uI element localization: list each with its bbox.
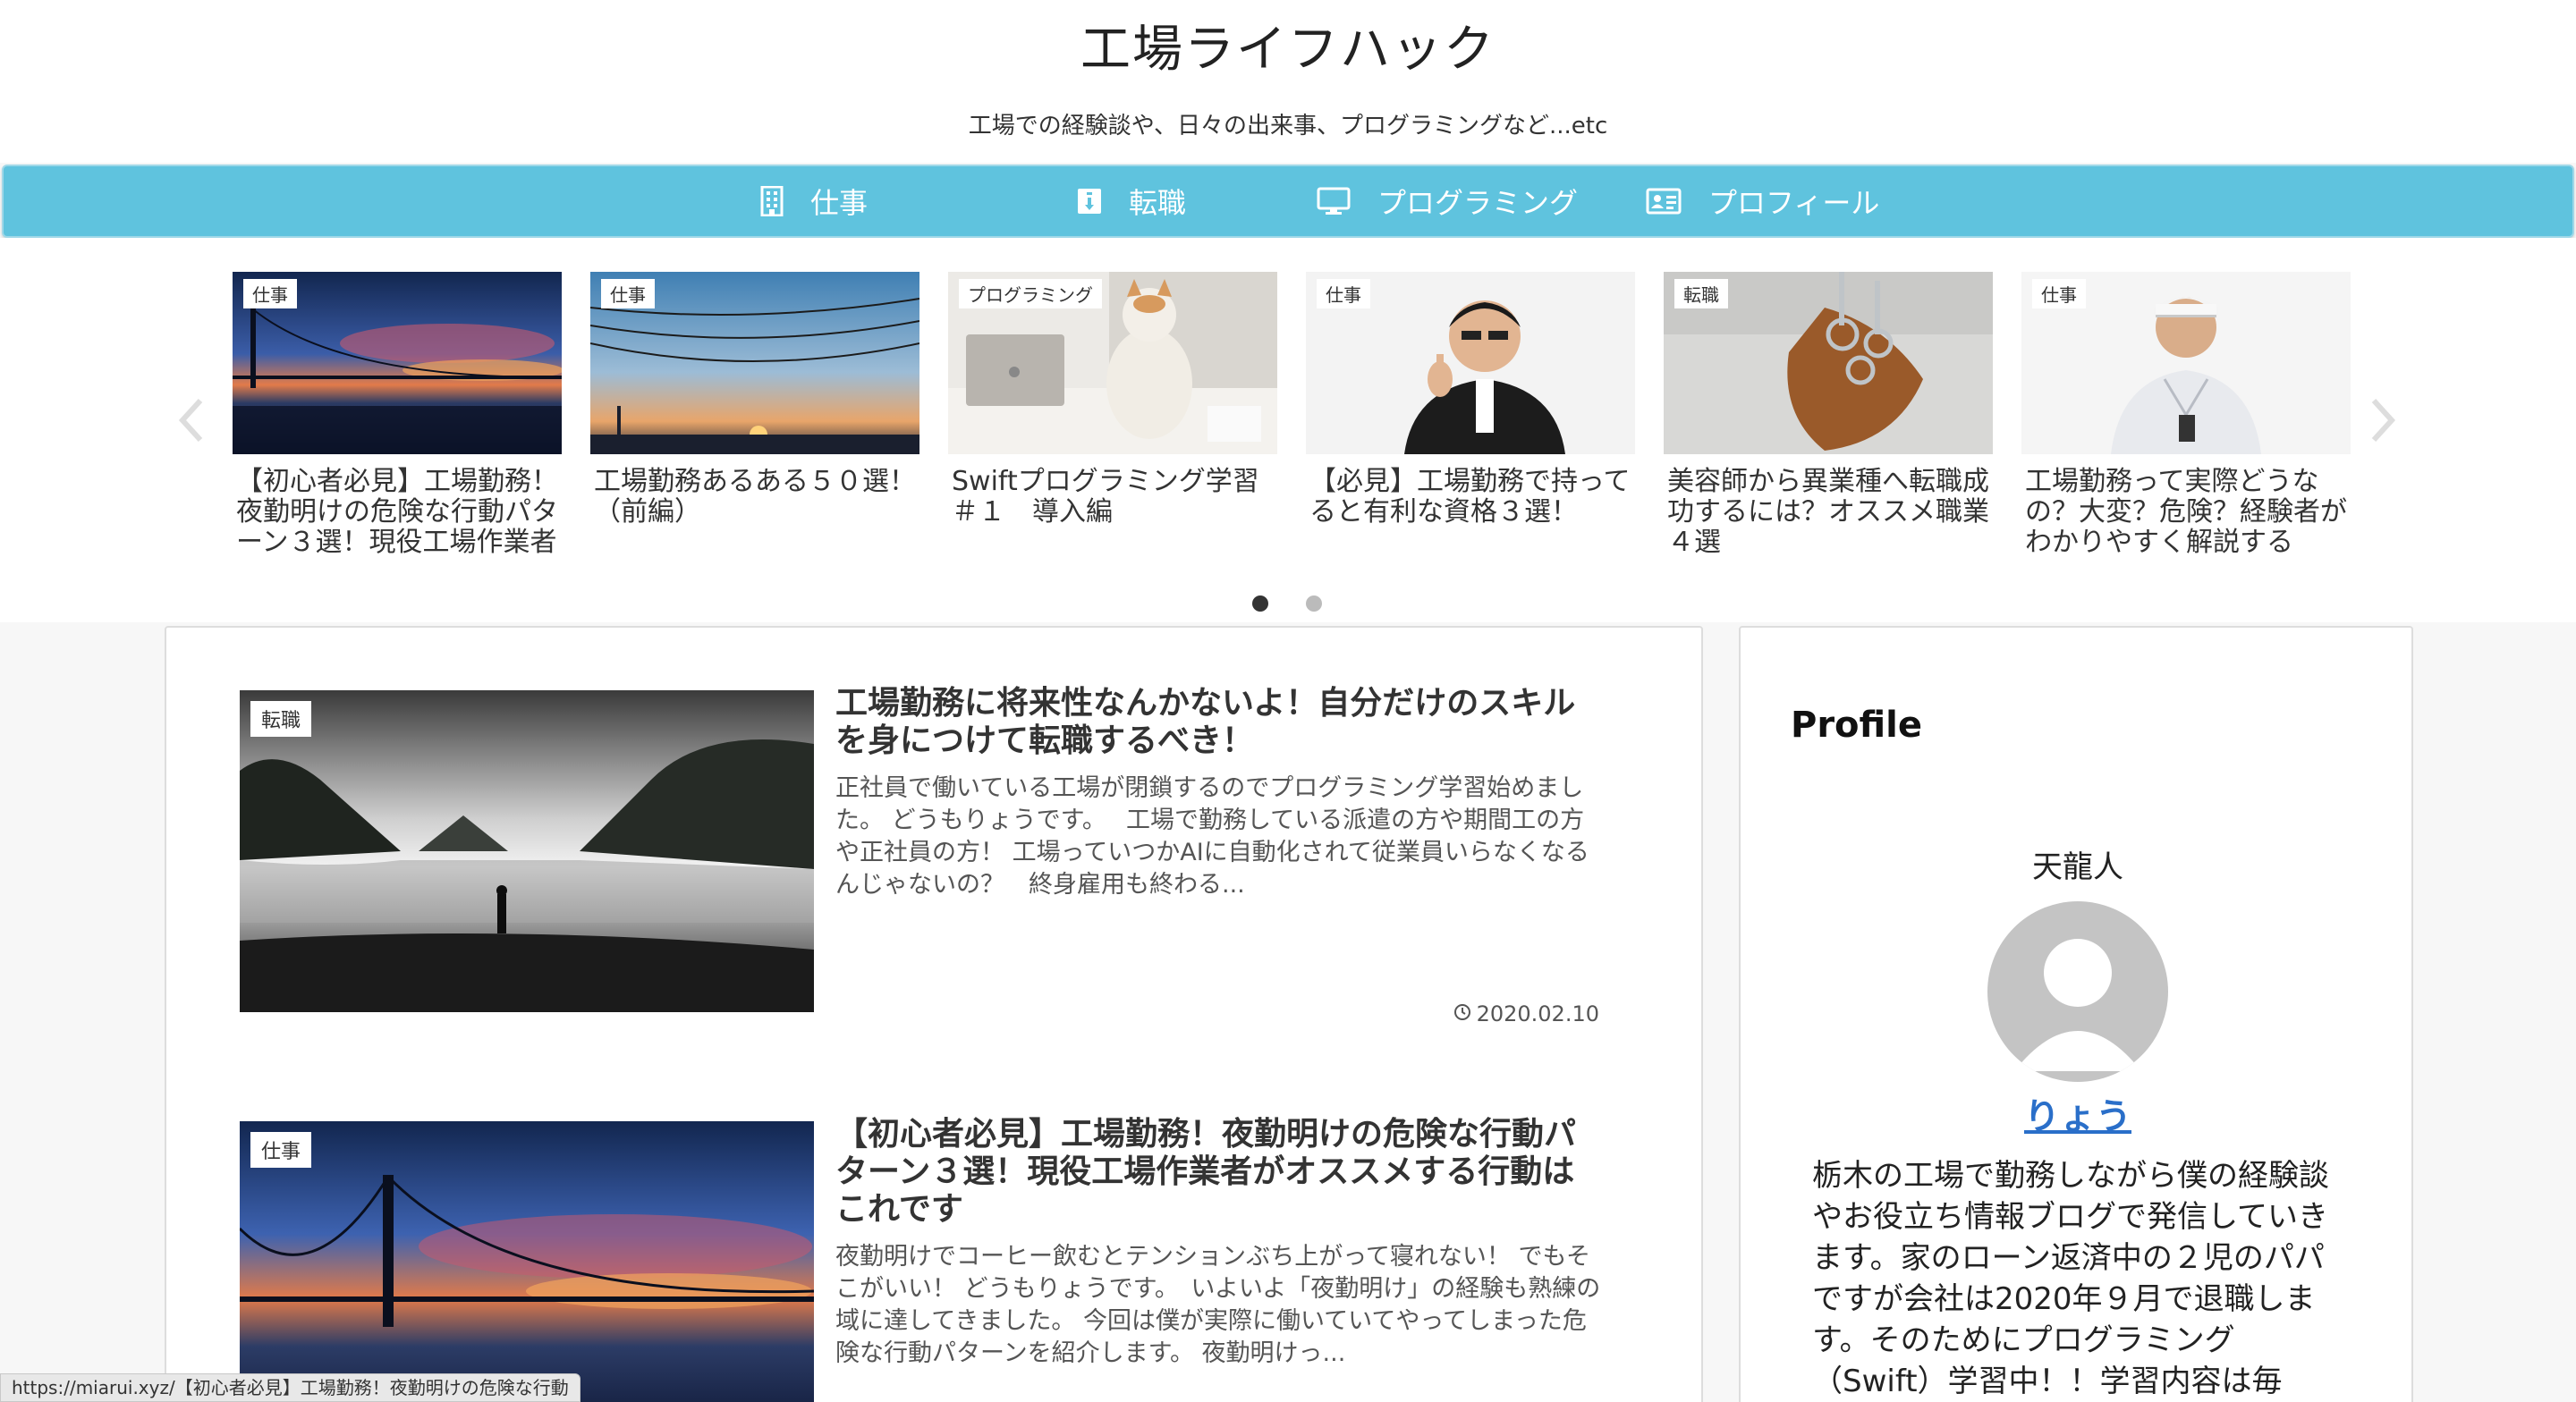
card-title[interactable]: 【必見】工場勤務で持ってると有利な資格３選！ xyxy=(1309,467,1635,558)
nav-item-programming[interactable]: プログラミング xyxy=(1317,166,1578,236)
card-thumbnail-man-thumbs-up: 仕事 xyxy=(1306,272,1635,454)
site-title[interactable]: 工場ライフハック xyxy=(0,9,2576,81)
carousel-card[interactable]: 仕事 工場勤務って実際どうなの？大変？危険？経験者がわかりやすく解説する xyxy=(2021,272,2351,558)
post-title[interactable]: 【初心者必見】工場勤務！夜勤明けの危険な行動パターン３選！現役工場作業者がオスス… xyxy=(835,1116,1605,1229)
post-item[interactable]: 仕事 【初心者必見】工場勤務！夜勤明けの危険な行動パターン３選！現役工場作業者が… xyxy=(240,1116,1635,1402)
carousel-dot-1[interactable] xyxy=(1252,595,1268,612)
carousel-pagination xyxy=(1245,595,1335,613)
post-list: 転職 工場勤務に将来性なんかないよ！自分だけのスキルを身につけて転職するべき！ … xyxy=(165,626,1703,1402)
category-label: 転職 xyxy=(250,701,312,737)
site-description: 工場での経験談や、日々の出来事、プログラミングなど...etc xyxy=(968,113,1608,139)
carousel-next-button[interactable] xyxy=(2368,393,2399,447)
status-bar-url: https://miarui.xyz/【初心者必見】工場勤務！夜勤明けの危険な行… xyxy=(0,1373,580,1402)
post-excerpt: 夜勤明けでコーヒー飲むとテンションぶち上がって寝れない！ でもそこがいい！ どう… xyxy=(835,1243,1601,1367)
nav-item-work[interactable]: 仕事 xyxy=(760,166,868,236)
card-thumbnail-scissors: 転職 xyxy=(1664,272,1993,454)
nav-item-job-change[interactable]: 転職 xyxy=(1077,166,1186,236)
category-label: 仕事 xyxy=(250,1132,312,1168)
carousel-dot-2[interactable] xyxy=(1306,595,1322,612)
desktop-icon xyxy=(1317,187,1351,215)
widget-heading: Profile xyxy=(1791,705,1923,746)
category-label: 仕事 xyxy=(2032,279,2086,308)
post-title[interactable]: 工場勤務に将来性なんかないよ！自分だけのスキルを身につけて転職するべき！ xyxy=(835,685,1605,760)
building-icon xyxy=(760,186,784,216)
carousel-card[interactable]: プログラミング Swiftプログラミング学習＃１ 導入編 xyxy=(948,272,1277,558)
sidebar-profile-widget: Profile 天龍人 りょう 栃木の工場で勤務しながら僕の経験談やお役立ち情報… xyxy=(1739,626,2413,1402)
clock-icon xyxy=(1453,1001,1477,1026)
carousel-card[interactable]: 仕事 【初心者必見】工場勤務！夜勤明けの危険な行動パターン３選！現役工場作業者が… xyxy=(233,272,562,558)
site-header: 工場ライフハック 工場での経験談や、日々の出来事、プログラミングなど...etc xyxy=(0,0,2576,163)
card-thumbnail-powerlines: 仕事 xyxy=(590,272,919,454)
category-label: 仕事 xyxy=(243,279,297,308)
nav-label: プログラミング xyxy=(1377,186,1579,220)
global-nav: 仕事 転職 プログラミング プロフィール xyxy=(2,165,2574,238)
carousel-card[interactable]: 仕事 工場勤務あるある５０選！（前編） xyxy=(590,272,919,558)
id-badge-icon xyxy=(1077,188,1102,215)
card-thumbnail-factory-worker: 仕事 xyxy=(2021,272,2351,454)
post-thumbnail-lake: 転職 xyxy=(240,690,814,1012)
card-title[interactable]: 工場勤務って実際どうなの？大変？危険？経験者がわかりやすく解説する xyxy=(2025,467,2351,558)
card-title[interactable]: 【初心者必見】工場勤務！夜勤明けの危険な行動パターン３選！現役工場作業者がオスス… xyxy=(236,467,562,558)
profile-name: 天龍人 xyxy=(2032,849,2123,885)
post-date-text: 2020.02.10 xyxy=(1476,1001,1599,1026)
nav-item-profile[interactable]: プロフィール xyxy=(1646,166,1879,236)
card-title[interactable]: 工場勤務あるある５０選！（前編） xyxy=(594,467,919,558)
post-excerpt: 正社員で働いている工場が閉鎖するのでプログラミング学習始めました。 どうもりょう… xyxy=(835,774,1589,899)
profile-bio: 栃木の工場で勤務しながら僕の経験談やお役立ち情報ブログで発信していきます。家のロ… xyxy=(1812,1158,2329,1399)
avatar xyxy=(1987,901,2168,1082)
carousel-prev-button[interactable] xyxy=(175,393,206,447)
post-item[interactable]: 転職 工場勤務に将来性なんかないよ！自分だけのスキルを身につけて転職するべき！ … xyxy=(240,685,1635,1048)
category-label: 仕事 xyxy=(601,279,655,308)
card-title[interactable]: 美容師から異業種へ転職成功するには？オススメ職業４選 xyxy=(1667,467,1993,558)
card-thumbnail-bridge: 仕事 xyxy=(233,272,562,454)
profile-card-icon xyxy=(1646,188,1682,215)
post-thumbnail-bridge: 仕事 xyxy=(240,1121,814,1402)
profile-link[interactable]: りょう xyxy=(1741,1087,2415,1139)
nav-label: 仕事 xyxy=(810,186,869,220)
category-label: 転職 xyxy=(1674,279,1728,308)
card-thumbnail-cat-laptop: プログラミング xyxy=(948,272,1277,454)
nav-label: 転職 xyxy=(1129,186,1187,220)
nav-label: プロフィール xyxy=(1708,186,1880,220)
category-label: プログラミング xyxy=(959,279,1102,308)
post-date: 2020.02.10 xyxy=(1453,1001,1599,1026)
carousel-card[interactable]: 転職 美容師から異業種へ転職成功するには？オススメ職業４選 xyxy=(1664,272,1993,558)
category-label: 仕事 xyxy=(1317,279,1370,308)
card-title[interactable]: Swiftプログラミング学習＃１ 導入編 xyxy=(952,467,1277,558)
carousel-card[interactable]: 仕事 【必見】工場勤務で持ってると有利な資格３選！ xyxy=(1306,272,1635,558)
